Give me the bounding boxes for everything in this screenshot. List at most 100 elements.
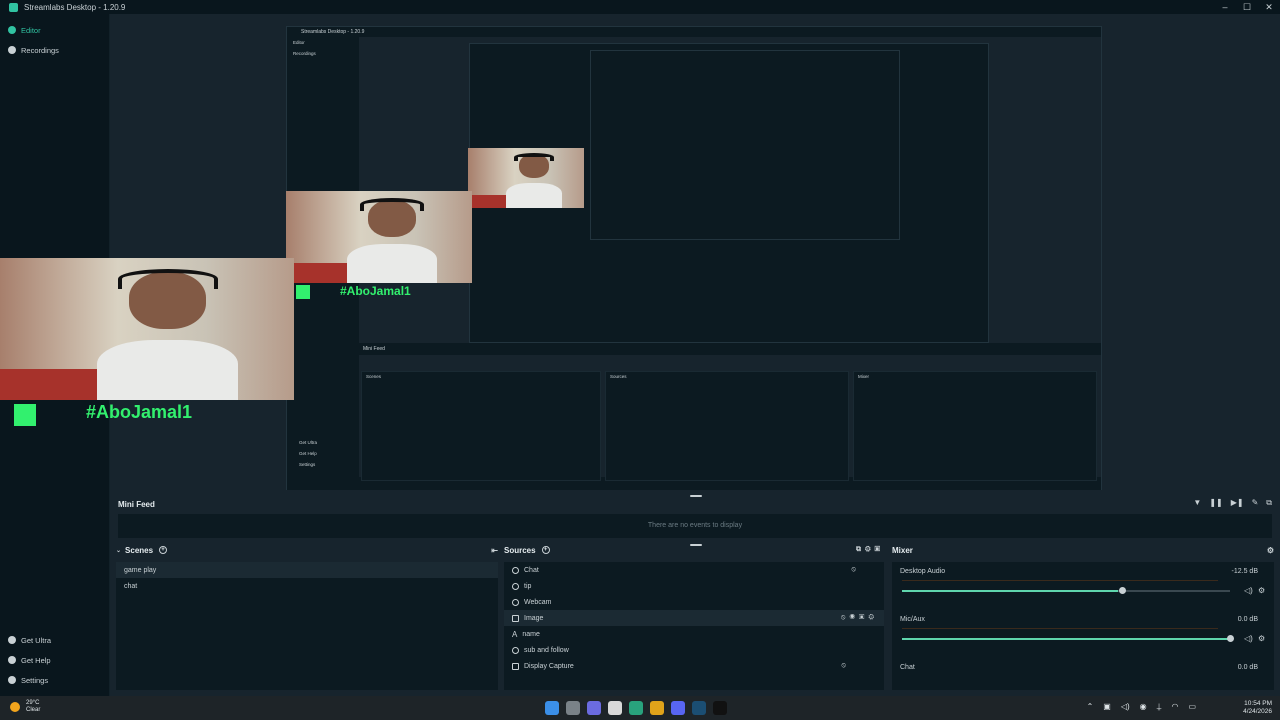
scene-item-chat[interactable]: chat bbox=[116, 578, 498, 594]
gear-icon[interactable]: ⚙ bbox=[1258, 634, 1265, 643]
sidebar-item-settings[interactable]: Settings bbox=[0, 670, 110, 690]
sidebar-item-label: Editor bbox=[21, 25, 41, 35]
stream-preview[interactable]: Streamlabs Desktop - 1.20.9 Editor Recor… bbox=[0, 14, 1280, 502]
volume-meter bbox=[902, 628, 1218, 629]
streamlabs-logo-icon bbox=[9, 2, 18, 12]
source-label: Display Capture bbox=[524, 662, 574, 670]
nested-sidebar-item: Settings bbox=[299, 462, 316, 467]
source-item[interactable]: Chat ⦸ bbox=[504, 562, 884, 578]
gear-icon[interactable]: ⚙ bbox=[1258, 586, 1265, 595]
mini-feed-controls: ▼ ❚❚ ▶❚ ✎ ⧉ bbox=[1193, 498, 1272, 508]
collapse-icon[interactable]: ⌄ bbox=[116, 547, 121, 554]
sources-title: Sources bbox=[504, 545, 536, 555]
monitor-icon bbox=[512, 662, 519, 670]
streamlabs-icon[interactable] bbox=[629, 701, 643, 715]
sidebar-item-label: Recordings bbox=[21, 45, 59, 55]
battery-icon[interactable]: ▭ bbox=[1188, 702, 1196, 712]
globe-icon bbox=[512, 566, 519, 574]
lock-icon[interactable]: ⦸ bbox=[841, 662, 846, 670]
sidebar-item-get-ultra[interactable]: Get Ultra bbox=[0, 630, 110, 650]
sidebar-item-recordings[interactable]: Recordings bbox=[0, 40, 109, 60]
add-source-button[interactable]: + bbox=[541, 546, 550, 554]
speaker-icon[interactable]: ◁) bbox=[1244, 634, 1253, 643]
nested-sources-title: Sources bbox=[610, 374, 627, 379]
volume-slider[interactable] bbox=[902, 635, 1234, 642]
clock-date: 4/24/2026 bbox=[1243, 708, 1272, 715]
source-item[interactable]: Image ⦸◉▣⚙ bbox=[504, 610, 884, 626]
channel-db: -12.5 dB bbox=[1231, 568, 1258, 575]
scenes-list: game play chat bbox=[116, 562, 498, 690]
tray-icon[interactable]: ▣ bbox=[1103, 702, 1111, 712]
weather-widget[interactable]: 29°C Clear bbox=[10, 700, 40, 714]
chrome-icon[interactable] bbox=[650, 701, 664, 715]
file-explorer-icon[interactable] bbox=[608, 701, 622, 715]
nested-sidebar-item: Editor bbox=[293, 40, 305, 45]
recordings-icon bbox=[8, 46, 16, 54]
task-view-icon[interactable] bbox=[566, 701, 580, 715]
editor-main: Streamlabs Desktop - 1.20.9 Editor Recor… bbox=[0, 14, 1280, 696]
source-item[interactable]: tip bbox=[504, 578, 884, 594]
app-icon[interactable] bbox=[713, 701, 727, 715]
scenes-header: ⌄ Scenes + ⇤ bbox=[116, 542, 498, 558]
sources-dock: Sources + ⧉⚙▣ Chat ⦸ tip Webcam Image ⦸◉▣⚙… bbox=[504, 542, 884, 690]
lock-icon[interactable]: ⦸ bbox=[851, 566, 856, 574]
source-item-actions[interactable]: ⦸◉▣⚙ bbox=[841, 614, 878, 622]
source-tools[interactable]: ⧉⚙▣ bbox=[856, 546, 884, 554]
close-button[interactable]: ✕ bbox=[1258, 0, 1280, 14]
nested-docks: Mini Feed Scenes Sources Mixer bbox=[359, 343, 1101, 481]
kick-logo-icon bbox=[296, 285, 310, 299]
copilot-icon[interactable] bbox=[587, 701, 601, 715]
window-controls: – ☐ ✕ bbox=[1214, 0, 1280, 14]
scene-item-game-play[interactable]: game play bbox=[116, 562, 498, 578]
popout-icon[interactable]: ⧉ bbox=[1266, 498, 1272, 508]
tray-icon[interactable]: ◉ bbox=[1140, 702, 1147, 712]
gear-icon[interactable]: ⚙ bbox=[1267, 546, 1274, 555]
nested-title: Streamlabs Desktop - 1.20.9 bbox=[301, 29, 365, 35]
source-item[interactable]: Display Capture ⦸ bbox=[504, 658, 884, 674]
mic-icon[interactable]: ⍊ bbox=[1157, 702, 1162, 712]
help-icon bbox=[8, 656, 16, 664]
taskbar-apps bbox=[545, 701, 727, 715]
windows-taskbar: 29°C Clear ⌃ ▣ ◁) ◉ ⍊ ◠ ▭ 10:54 PM 4/24/… bbox=[0, 696, 1280, 720]
sidebar-item-editor[interactable]: Editor bbox=[0, 20, 109, 40]
mute-icon[interactable]: ✎ bbox=[1252, 498, 1259, 508]
maximize-button[interactable]: ☐ bbox=[1236, 0, 1258, 14]
speaker-icon[interactable]: ◁) bbox=[1121, 702, 1130, 712]
skip-icon[interactable]: ▶❚ bbox=[1231, 498, 1244, 508]
source-item[interactable]: sub and follow bbox=[504, 642, 884, 658]
mini-feed: Mini Feed ▼ ❚❚ ▶❚ ✎ ⧉ There are no event… bbox=[110, 490, 1280, 538]
system-tray: ⌃ ▣ ◁) ◉ ⍊ ◠ ▭ bbox=[1087, 702, 1196, 712]
windows-start-icon[interactable] bbox=[545, 701, 559, 715]
chevron-up-icon[interactable]: ⌃ bbox=[1087, 702, 1094, 712]
filter-icon[interactable]: ▼ bbox=[1193, 498, 1201, 508]
channel-db: 0.0 dB bbox=[1237, 616, 1258, 623]
steam-icon[interactable] bbox=[692, 701, 706, 715]
channel-name: Desktop Audio bbox=[900, 568, 946, 575]
source-item[interactable]: Aname bbox=[504, 626, 884, 642]
clock[interactable]: 10:54 PM 4/24/2026 bbox=[1243, 700, 1272, 716]
webcam-feed-medium bbox=[286, 191, 472, 283]
mixer-list: Desktop Audio -12.5 dB ◁) ⚙ Mic/Aux 0.0 … bbox=[892, 562, 1274, 690]
transition-icon[interactable]: ⇤ bbox=[491, 546, 498, 555]
add-scene-button[interactable]: + bbox=[159, 546, 168, 554]
source-label: Image bbox=[524, 614, 544, 622]
speaker-icon[interactable]: ◁) bbox=[1244, 586, 1253, 595]
wifi-icon[interactable]: ◠ bbox=[1171, 702, 1178, 712]
sidebar-item-label: Get Ultra bbox=[21, 635, 52, 645]
pause-icon[interactable]: ❚❚ bbox=[1209, 498, 1222, 508]
scenes-dock: ⌄ Scenes + ⇤ game play chat bbox=[116, 542, 498, 690]
sidebar-bottom: Get Ultra Get Help Settings bbox=[0, 630, 110, 690]
sun-icon bbox=[10, 702, 20, 712]
sidebar-item-get-help[interactable]: Get Help bbox=[0, 650, 110, 670]
mini-feed-title: Mini Feed bbox=[118, 500, 155, 509]
discord-icon[interactable] bbox=[671, 701, 685, 715]
minimize-button[interactable]: – bbox=[1214, 0, 1236, 14]
source-item[interactable]: Webcam bbox=[504, 594, 884, 610]
resize-handle[interactable] bbox=[690, 495, 702, 497]
nested-sidebar-item: Get Help bbox=[299, 451, 317, 456]
volume-slider[interactable] bbox=[902, 587, 1230, 594]
source-label: Webcam bbox=[524, 598, 552, 606]
nested-minifeed: Mini Feed bbox=[359, 343, 1101, 355]
mixer-dock: Mixer ⚙ Desktop Audio -12.5 dB ◁) ⚙ Mic/… bbox=[892, 542, 1274, 690]
scenes-title: Scenes bbox=[125, 545, 154, 555]
